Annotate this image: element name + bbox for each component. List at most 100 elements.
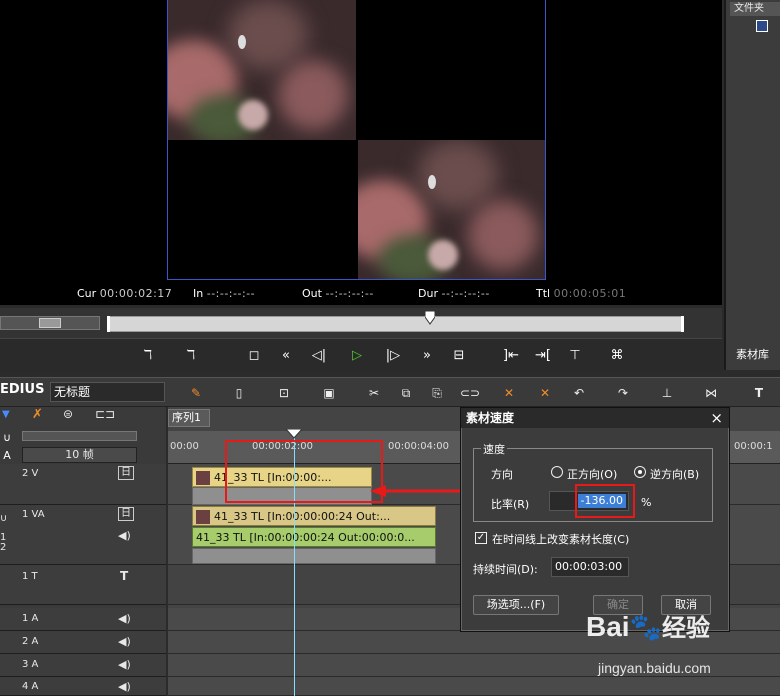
new-icon[interactable]: ✎ — [187, 384, 205, 402]
undo-icon[interactable]: ↶ — [570, 384, 588, 402]
collapse-icon[interactable]: ∪ — [0, 513, 7, 524]
video-display-icon[interactable]: 日 — [118, 507, 134, 521]
reverse-label: 逆方向(B) — [650, 468, 700, 481]
main-toolbar: EDIUS 无标题 ✎ ▯ ⊡ ▣ ✂ ⧉ ⎘ ⊂⊃ ✕ ✕ ↶ ↷ ⊥ ⋈ T — [0, 377, 780, 407]
marker-icon[interactable]: ⊥ — [658, 384, 676, 402]
timescale-select[interactable]: 10 帧 — [22, 447, 137, 463]
snap-icon[interactable]: ⊏⊐ — [95, 407, 115, 423]
insert-icon[interactable]: ⊤ — [564, 345, 586, 367]
clip-1va-video[interactable]: 41_33 TL [In:00:00:00:24 Out:... — [192, 506, 436, 526]
video-display-icon[interactable]: 日 — [118, 466, 134, 480]
play-icon[interactable]: ▷ — [348, 345, 366, 367]
track-label: 4 A — [22, 681, 39, 692]
step-back-icon[interactable]: ◁| — [310, 345, 328, 367]
project-title-field[interactable]: 无标题 — [50, 382, 165, 402]
track-row-3a[interactable]: 3 A ◀) — [0, 654, 166, 677]
speaker-icon[interactable]: ◀) — [118, 612, 131, 625]
position-bar[interactable] — [107, 316, 684, 332]
track-label: 1 A — [22, 613, 39, 624]
clip-label: 41_33 TL [In:00:00:00:24 Out:00:00:0... — [196, 531, 415, 544]
track-row-1va[interactable]: 1 VA ∪ 1 2 日 ◀) — [0, 505, 166, 565]
track-label: 1 VA — [22, 509, 45, 520]
rewind-icon[interactable]: « — [275, 345, 297, 367]
folder-header: 文件夹 — [730, 2, 780, 16]
mark-out-icon[interactable]: ℸ — [183, 345, 199, 367]
scrub-area — [0, 308, 722, 338]
dialog-title: 素材速度 — [461, 408, 729, 428]
player-monitor: Cur 00:00:02:17 In --:--:--:-- Out --:--… — [0, 0, 722, 305]
ruler-label: 00:00:04:00 — [388, 441, 450, 452]
in-timecode: In --:--:--:-- — [193, 287, 256, 300]
next-edit-icon[interactable]: ⇥[ — [532, 345, 554, 367]
bin-tab[interactable]: 素材库 — [736, 346, 769, 362]
speaker-icon[interactable]: ◀) — [118, 680, 131, 693]
razor-icon[interactable]: ✗ — [32, 407, 52, 423]
step-forward-icon[interactable]: |▷ — [384, 345, 402, 367]
mark-in-icon[interactable]: ℸ — [140, 345, 156, 367]
folder-tree-icon[interactable] — [756, 20, 768, 32]
copy-icon[interactable]: ⧉ — [397, 384, 415, 402]
title-icon[interactable]: T — [750, 384, 768, 402]
direction-label: 方向 — [491, 468, 513, 481]
delete-icon[interactable]: ✕ — [500, 384, 518, 402]
prev-edit-icon[interactable]: ]⇤ — [500, 345, 522, 367]
clip-label: 41_33 TL [In:00:00:00:24 Out:... — [214, 510, 391, 523]
field-options-button[interactable]: 场选项...(F) — [473, 595, 559, 615]
video-preview — [167, 0, 546, 280]
redo-icon[interactable]: ↷ — [614, 384, 632, 402]
rate-unit: % — [641, 496, 652, 509]
bin-panel: 文件夹 素材库 — [724, 0, 780, 370]
current-timecode: Cur 00:00:02:17 — [77, 287, 173, 300]
preview-quadrant-top-left — [168, 0, 356, 140]
transport-bar: ℸ ℸ ◻ « ◁| ▷ |▷ » ⊟ ]⇤ ⇥[ ⊤ ⌘ — [0, 338, 722, 372]
zoom-slider[interactable] — [22, 431, 137, 441]
paste-icon[interactable]: ⎘ — [428, 384, 446, 402]
document-icon[interactable]: ▯ — [230, 384, 248, 402]
jog-slider[interactable] — [0, 316, 100, 330]
loop-icon[interactable]: ⊟ — [450, 345, 468, 367]
app-name: EDIUS — [0, 382, 45, 397]
rate-highlight-box — [575, 484, 635, 518]
track-label: 1 T — [22, 571, 38, 582]
track-row-4a[interactable]: 4 A ◀) — [0, 677, 166, 696]
speaker-icon[interactable]: ◀) — [118, 658, 131, 671]
forward-radio[interactable] — [551, 466, 563, 478]
link-icon[interactable]: ⊂⊃ — [460, 384, 480, 402]
change-length-label: 在时间线上改变素材长度(C) — [492, 533, 630, 546]
track-row-2v[interactable]: 2 V 日 — [0, 464, 166, 505]
watermark-brand: Bai🐾经验 — [586, 611, 710, 642]
audio-toggle-icon[interactable]: A — [0, 449, 14, 463]
mode-icon[interactable]: ▼ — [2, 409, 16, 421]
expand-icon[interactable]: ∪ — [0, 431, 14, 445]
sequence-tab[interactable]: 序列1 — [168, 409, 210, 427]
track-row-2a[interactable]: 2 A ◀) — [0, 631, 166, 654]
track-label: 2 A — [22, 636, 39, 647]
duration-label: 持续时间(D): — [473, 563, 538, 576]
track-row-1t[interactable]: 1 T T — [0, 565, 166, 605]
track-header-panel: ▼ ✗ ⊜ ⊏⊐ 10 帧 ∪ A 2 V 日 1 VA ∪ 1 2 日 ◀) … — [0, 407, 166, 696]
rate-label: 比率(R) — [491, 498, 530, 511]
fast-forward-icon[interactable]: » — [416, 345, 438, 367]
sync-icon[interactable]: ⊜ — [63, 407, 83, 423]
close-icon[interactable]: × — [710, 409, 723, 427]
title-track-icon[interactable]: T — [120, 569, 128, 583]
change-length-checkbox[interactable]: ✓ — [475, 532, 487, 544]
save-icon[interactable]: ▣ — [320, 384, 338, 402]
ruler-label: 00:00:1 — [734, 441, 773, 452]
cut-icon[interactable]: ✂ — [365, 384, 383, 402]
overwrite-icon[interactable]: ⌘ — [608, 345, 626, 367]
duration-field[interactable]: 00:00:03:00 — [551, 557, 629, 577]
clip-1va-audio[interactable]: 41_33 TL [In:00:00:00:24 Out:00:00:0... — [192, 527, 436, 547]
stop-icon[interactable]: ◻ — [245, 345, 263, 367]
ripple-delete-icon[interactable]: ✕ — [536, 384, 554, 402]
reverse-radio[interactable] — [634, 466, 646, 478]
preview-quadrant-bottom-right — [358, 140, 545, 279]
open-icon[interactable]: ⊡ — [275, 384, 293, 402]
track-row-1a[interactable]: 1 A ◀) — [0, 608, 166, 631]
playhead-marker[interactable] — [284, 428, 304, 439]
speaker-icon[interactable]: ◀) — [118, 529, 131, 542]
transition-icon[interactable]: ⋈ — [702, 384, 720, 402]
speaker-icon[interactable]: ◀) — [118, 635, 131, 648]
playhead-handle[interactable] — [424, 310, 436, 325]
watermark: Bai🐾经验 jingyan.baidu.com — [586, 608, 776, 688]
